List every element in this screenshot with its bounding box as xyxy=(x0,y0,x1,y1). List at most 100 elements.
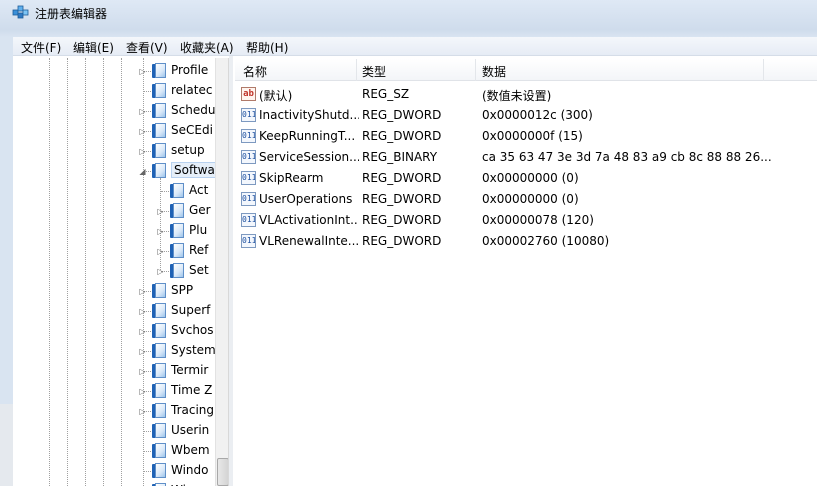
tree-item[interactable]: ▷ Svchos xyxy=(15,321,215,341)
tree-item[interactable]: ▷ Profile xyxy=(15,61,215,81)
folder-icon xyxy=(151,303,167,319)
value-type: REG_DWORD xyxy=(362,108,442,122)
expand-arrow-icon[interactable]: ▷ xyxy=(138,347,147,356)
value-name: UserOperations xyxy=(259,192,353,206)
expand-arrow-icon[interactable]: ▷ xyxy=(156,207,165,216)
tree-item[interactable]: ▷ Ref xyxy=(15,241,215,261)
expand-arrow-icon[interactable]: ▷ xyxy=(138,147,147,156)
value-row[interactable]: 011 KeepRunningT... REG_DWORD 0x0000000f (1… xyxy=(235,126,817,147)
value-row[interactable]: 011 UserOperations REG_DWORD 0x00000000 (0) xyxy=(235,189,817,210)
value-data: 0x00000000 (0) xyxy=(482,171,579,185)
folder-icon xyxy=(169,263,185,279)
tree-item-label: Userin xyxy=(171,423,210,437)
value-row[interactable]: 011 VLRenewalInte... REG_DWORD 0x00002760 (… xyxy=(235,231,817,252)
value-data: (数值未设置) xyxy=(482,89,552,103)
tree-item-label: Wbem xyxy=(171,443,210,457)
pane-splitter[interactable] xyxy=(229,56,233,486)
expand-arrow-icon[interactable]: ▷ xyxy=(138,407,147,416)
expand-arrow-icon[interactable]: ▷ xyxy=(138,367,147,376)
menu-bar: 文件(F) 编辑(E) 查看(V) 收藏夹(A) 帮助(H) xyxy=(13,37,817,56)
folder-icon xyxy=(169,203,185,219)
tree-item[interactable]: Userin xyxy=(15,421,215,441)
value-data: 0x00002760 (10080) xyxy=(482,234,610,248)
value-row[interactable]: ab (默认) REG_SZ (数值未设置) xyxy=(235,84,817,105)
binary-value-icon: 011 xyxy=(241,213,256,227)
tree-item[interactable]: Windo xyxy=(15,461,215,481)
tree-scrollbar-thumb[interactable] xyxy=(217,458,228,486)
folder-icon xyxy=(151,103,167,119)
menu-view[interactable]: 查看(V) xyxy=(126,39,168,56)
client-area: ▷ Profile relatec ▷ Schedu ▷ SeCEdi ▷ setup ◢ Soft… xyxy=(13,56,817,486)
tree-item[interactable]: ▷ Schedu xyxy=(15,101,215,121)
collapse-arrow-icon[interactable]: ◢ xyxy=(138,167,147,176)
tree-scrollbar[interactable] xyxy=(215,58,228,486)
column-header-data[interactable]: 数据 xyxy=(482,63,506,80)
tree-item[interactable]: ▷ Superf xyxy=(15,301,215,321)
menu-file[interactable]: 文件(F) xyxy=(21,39,61,56)
menu-favorites[interactable]: 收藏夹(A) xyxy=(180,39,234,56)
tree-item[interactable]: Wbem xyxy=(15,441,215,461)
tree-item-label: Termir xyxy=(171,363,209,377)
tree-item[interactable]: relatec xyxy=(15,81,215,101)
expand-arrow-icon[interactable]: ▷ xyxy=(156,247,165,256)
expand-arrow-icon[interactable]: ▷ xyxy=(138,387,147,396)
expand-arrow-icon[interactable]: ▷ xyxy=(138,67,147,76)
binary-value-icon: 011 xyxy=(241,192,256,206)
tree-item-label: Schedu xyxy=(171,103,216,117)
tree-item[interactable]: ▷ SeCEdi xyxy=(15,121,215,141)
value-type: REG_SZ xyxy=(362,87,410,101)
folder-icon xyxy=(169,183,185,199)
window-frame-edge xyxy=(0,404,13,486)
value-row[interactable]: 011 SkipRearm REG_DWORD 0x00000000 (0) xyxy=(235,168,817,189)
binary-value-icon: 011 xyxy=(241,150,256,164)
expand-arrow-icon[interactable]: ▷ xyxy=(138,287,147,296)
column-header-type[interactable]: 类型 xyxy=(362,63,386,80)
tree-item[interactable]: ▷ System xyxy=(15,341,216,361)
value-type: REG_DWORD xyxy=(362,171,442,185)
value-name: KeepRunningT... xyxy=(259,129,356,143)
tree-item[interactable]: ▷ Ger xyxy=(15,201,215,221)
folder-icon xyxy=(151,463,167,479)
value-data: 0x00000078 (120) xyxy=(482,213,594,227)
column-header-name[interactable]: 名称 xyxy=(243,63,267,80)
binary-value-icon: 011 xyxy=(241,108,256,122)
values-header: 名称 类型 数据 xyxy=(235,59,817,81)
expand-arrow-icon[interactable]: ▷ xyxy=(138,307,147,316)
tree-item[interactable]: ◢ Softwa xyxy=(15,161,218,181)
expand-arrow-icon[interactable]: ▷ xyxy=(138,107,147,116)
tree-item[interactable]: ▷ Set xyxy=(15,261,215,281)
tree-item[interactable]: ▷ Time Z xyxy=(15,381,215,401)
value-data: 0x0000012c (300) xyxy=(482,108,593,122)
tree-item-label: Profile xyxy=(171,63,209,77)
expand-arrow-icon[interactable]: ▷ xyxy=(156,227,165,236)
menu-edit[interactable]: 编辑(E) xyxy=(73,39,114,56)
value-type: REG_DWORD xyxy=(362,213,442,227)
value-row[interactable]: 011 ServiceSession... REG_BINARY ca 35 63 4… xyxy=(235,147,817,168)
tree-item[interactable]: ▷ Plu xyxy=(15,221,215,241)
tree-item[interactable]: Act xyxy=(15,181,215,201)
expand-arrow-icon[interactable]: ▷ xyxy=(138,327,147,336)
folder-icon xyxy=(151,443,167,459)
tree-item-label: Tracing xyxy=(171,403,215,417)
tree-item[interactable]: ▷ Termir xyxy=(15,361,215,381)
tree-item-label: Softwa xyxy=(171,162,218,178)
folder-icon xyxy=(151,363,167,379)
tree-item-label: Time Z xyxy=(171,383,213,397)
value-row[interactable]: 011 VLActivationInt... REG_DWORD 0x00000078… xyxy=(235,210,817,231)
tree-item-label: SeCEdi xyxy=(171,123,213,137)
value-name: InactivityShutd... xyxy=(259,108,359,122)
folder-icon xyxy=(169,223,185,239)
tree-item[interactable]: ▷ setup xyxy=(15,141,215,161)
folder-icon xyxy=(151,123,167,139)
window-title: 注册表编辑器 xyxy=(35,7,108,21)
expand-arrow-icon[interactable]: ▷ xyxy=(156,267,165,276)
expand-arrow-icon[interactable]: ▷ xyxy=(138,127,147,136)
tree-item[interactable]: ▷ Tracing xyxy=(15,401,215,421)
value-row[interactable]: 011 InactivityShutd... REG_DWORD 0x0000012c… xyxy=(235,105,817,126)
folder-icon xyxy=(151,63,167,79)
menu-help[interactable]: 帮助(H) xyxy=(246,39,288,56)
folder-icon xyxy=(151,283,167,299)
tree-item[interactable]: ▷Win xyxy=(15,481,215,486)
tree-item-label: Plu xyxy=(189,223,208,237)
tree-item[interactable]: ▷ SPP xyxy=(15,281,215,301)
